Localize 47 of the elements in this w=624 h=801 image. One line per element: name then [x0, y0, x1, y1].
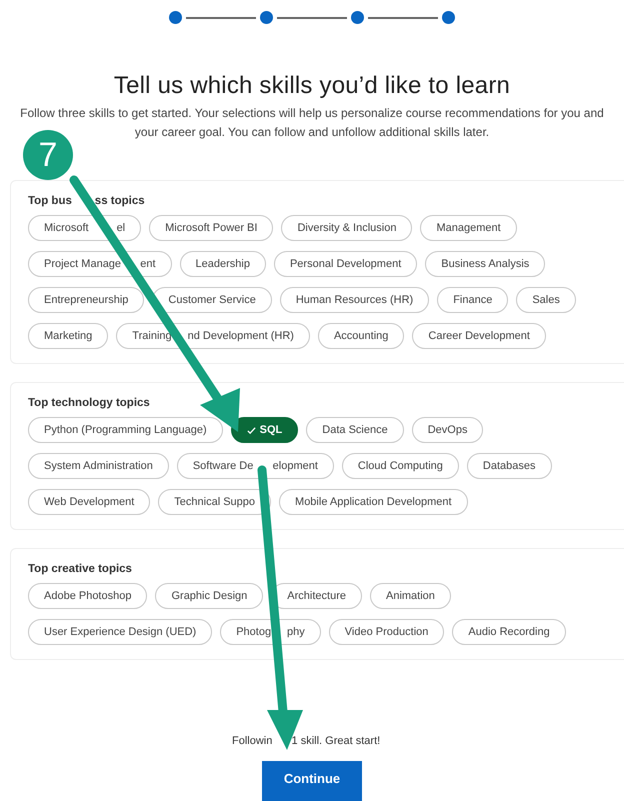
check-icon — [246, 426, 256, 434]
section-heading: Top bus ss topics — [28, 195, 146, 207]
skill-chip[interactable]: System Administration — [28, 453, 169, 479]
skill-chip[interactable]: Web Development — [28, 489, 150, 515]
skill-chip[interactable]: Adobe Photoshop — [28, 583, 148, 609]
skill-chip[interactable]: Training nd Development (HR) — [116, 323, 310, 349]
skill-chip[interactable]: Accounting — [318, 323, 404, 349]
skill-chip[interactable]: Graphic Design — [155, 583, 264, 609]
skill-chip[interactable]: Animation — [370, 583, 451, 609]
skill-chip[interactable]: Entrepreneurship — [28, 287, 144, 313]
skill-chip[interactable]: Microsoft Power BI — [149, 215, 274, 241]
skill-chip[interactable]: Cloud Computing — [342, 453, 459, 479]
skill-chip[interactable]: Diversity & Inclusion — [281, 215, 412, 241]
step-badge: 7 — [23, 130, 73, 180]
skill-chip[interactable]: Photog phy — [220, 619, 321, 645]
skill-chip[interactable]: Project Manage ent — [28, 251, 172, 277]
skill-chip[interactable]: Databases — [466, 453, 552, 479]
skill-chip[interactable]: Management — [420, 215, 517, 241]
step-dot — [351, 11, 364, 24]
skill-chip[interactable]: Software De elopment — [176, 453, 334, 479]
skill-chip[interactable]: DevOps — [412, 417, 484, 443]
skill-chip[interactable]: Marketing — [28, 323, 108, 349]
step-dot — [442, 11, 455, 24]
step-dot — [169, 11, 182, 24]
skill-chip[interactable]: Sales — [516, 287, 576, 313]
continue-button[interactable]: Continue — [262, 761, 362, 801]
skill-chip[interactable]: Finance — [437, 287, 508, 313]
step-dot — [260, 11, 273, 24]
section-heading: Top technology topics — [28, 397, 151, 409]
skill-chip[interactable]: Microsoft el — [28, 215, 142, 241]
skill-chip[interactable]: Career Development — [412, 323, 546, 349]
skill-chip[interactable]: Customer Service — [152, 287, 272, 313]
page-title: Tell us which skills you’d like to learn — [114, 72, 510, 100]
section-heading: Top creative topics — [28, 563, 133, 575]
skill-chip[interactable]: Technical Suppo — [158, 489, 272, 515]
skill-chip[interactable]: Audio Recording — [452, 619, 566, 645]
skill-chip[interactable]: Human Resources (HR) — [280, 287, 430, 313]
skill-chip[interactable]: Leadership — [180, 251, 266, 277]
skill-chip[interactable]: Python (Programming Language) — [28, 417, 223, 443]
skill-chip[interactable]: SQL — [230, 417, 298, 443]
skill-chip[interactable]: Personal Development — [274, 251, 418, 277]
skill-chip[interactable]: Video Production — [328, 619, 444, 645]
skill-chip[interactable]: Business Analysis — [425, 251, 546, 277]
skill-chip[interactable]: Mobile Application Development — [279, 489, 468, 515]
skill-chip[interactable]: Data Science — [306, 417, 404, 443]
skill-chip[interactable]: User Experience Design (UED) — [28, 619, 212, 645]
follow-status: Followin 1 skill. Great start! — [231, 735, 382, 747]
